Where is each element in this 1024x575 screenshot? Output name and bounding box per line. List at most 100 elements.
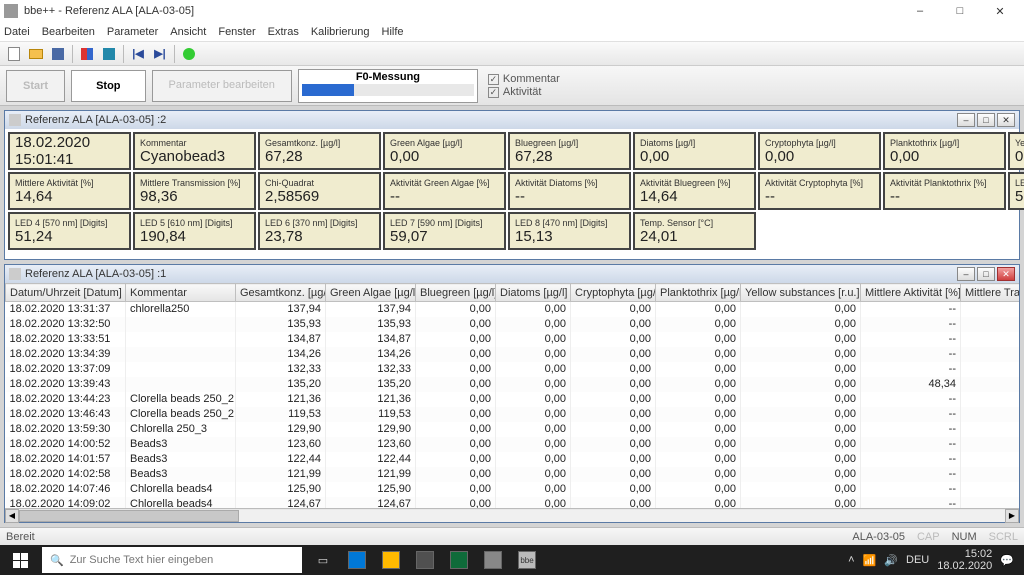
taskbar-app[interactable] bbox=[408, 545, 442, 575]
table-row[interactable]: 18.02.2020 13:34:39134,26134,260,000,000… bbox=[6, 347, 1020, 362]
child-maximize-button[interactable]: □ bbox=[977, 113, 995, 127]
detail-cell: LED 4 [570 nm] [Digits]51,24 bbox=[8, 212, 131, 250]
table-cell: -- bbox=[861, 422, 961, 437]
menu-kalibrierung[interactable]: Kalibrierung bbox=[311, 26, 370, 38]
table-row[interactable]: 18.02.2020 13:39:43135,20135,200,000,000… bbox=[6, 377, 1020, 392]
child-titlebar[interactable]: Referenz ALA [ALA-03-05] :1 – □ ✕ bbox=[5, 265, 1019, 283]
table-row[interactable]: 18.02.2020 13:32:50135,93135,930,000,000… bbox=[6, 317, 1020, 332]
table-header[interactable]: Planktothrix [µg/l] bbox=[656, 284, 741, 302]
detail-cell-value: 190,84 bbox=[140, 228, 249, 245]
toolbar-new-button[interactable] bbox=[4, 44, 24, 64]
scroll-thumb[interactable] bbox=[19, 510, 239, 522]
taskbar-search[interactable]: 🔍 Zur Suche Text hier eingeben bbox=[42, 547, 302, 573]
toolbar-last-button[interactable]: ▶| bbox=[150, 44, 170, 64]
child-maximize-button[interactable]: □ bbox=[977, 267, 995, 281]
table-header[interactable]: Gesamtkonz. [µg/l] bbox=[236, 284, 326, 302]
scroll-track[interactable] bbox=[19, 510, 1005, 522]
table-header[interactable]: Datum/Uhrzeit [Datum] bbox=[6, 284, 126, 302]
table-row[interactable]: 18.02.2020 14:01:57Beads3122,44122,440,0… bbox=[6, 452, 1020, 467]
scroll-right-button[interactable]: ▶ bbox=[1005, 509, 1019, 523]
tray-lang[interactable]: DEU bbox=[906, 554, 929, 566]
table-cell: -- bbox=[861, 482, 961, 497]
open-icon bbox=[29, 49, 43, 59]
table-header[interactable]: Green Algae [µg/l] bbox=[326, 284, 416, 302]
start-button[interactable]: Start bbox=[6, 70, 65, 102]
table-cell: 123,60 bbox=[236, 437, 326, 452]
table-header[interactable]: Mittlere Transmission [%] bbox=[961, 284, 1020, 302]
tray-volume-icon[interactable]: 🔊 bbox=[884, 554, 898, 567]
table-header[interactable]: Cryptophyta [µg/l] bbox=[571, 284, 656, 302]
stop-button[interactable]: Stop bbox=[71, 70, 145, 102]
table-row[interactable]: 18.02.2020 14:02:58Beads3121,99121,990,0… bbox=[6, 467, 1020, 482]
table-row[interactable]: 18.02.2020 13:59:30Chlorella 250_3129,90… bbox=[6, 422, 1020, 437]
table-row[interactable]: 18.02.2020 13:46:43Clorella beads 250_21… bbox=[6, 407, 1020, 422]
checkbox-kommentar[interactable]: ✓Kommentar bbox=[488, 73, 560, 85]
parameter-edit-button[interactable]: Parameter bearbeiten bbox=[152, 70, 292, 102]
taskbar-app[interactable]: bbe bbox=[510, 545, 544, 575]
toolbar-separator bbox=[174, 45, 175, 63]
child-close-button[interactable]: ✕ bbox=[997, 113, 1015, 127]
table-cell: 18.02.2020 14:02:58 bbox=[6, 467, 126, 482]
table-cell: 0,00 bbox=[656, 302, 741, 317]
toolbar-record-button[interactable] bbox=[179, 44, 199, 64]
table-header[interactable]: Kommentar bbox=[126, 284, 236, 302]
checkbox-aktivitaet[interactable]: ✓Aktivität bbox=[488, 86, 560, 98]
table-row[interactable]: 18.02.2020 14:09:02Chlorella beads4124,6… bbox=[6, 497, 1020, 509]
menu-ansicht[interactable]: Ansicht bbox=[170, 26, 206, 38]
tray-notifications-icon[interactable]: 💬 bbox=[1000, 554, 1014, 567]
child-close-button[interactable]: ✕ bbox=[997, 267, 1015, 281]
taskbar-app[interactable] bbox=[476, 545, 510, 575]
detail-cell: Chi-Quadrat2,58569 bbox=[258, 172, 381, 210]
status-doc: ALA-03-05 bbox=[852, 531, 905, 543]
menu-parameter[interactable]: Parameter bbox=[107, 26, 158, 38]
table-cell: Beads3 bbox=[126, 437, 236, 452]
toolbar-chart-button[interactable] bbox=[99, 44, 119, 64]
child-minimize-button[interactable]: – bbox=[957, 113, 975, 127]
detail-cell-label: Planktothrix [µg/l] bbox=[890, 138, 999, 148]
menu-fenster[interactable]: Fenster bbox=[218, 26, 255, 38]
table-header[interactable]: Mittlere Aktivität [%] bbox=[861, 284, 961, 302]
window-maximize-button[interactable]: □ bbox=[940, 0, 980, 22]
child-titlebar[interactable]: Referenz ALA [ALA-03-05] :2 – □ ✕ bbox=[5, 111, 1019, 129]
menu-bearbeiten[interactable]: Bearbeiten bbox=[42, 26, 95, 38]
window-close-button[interactable]: ✕ bbox=[980, 0, 1020, 22]
table-row[interactable]: 18.02.2020 13:31:37chlorella250137,94137… bbox=[6, 302, 1020, 317]
table-cell: Chlorella 250_3 bbox=[126, 422, 236, 437]
menu-hilfe[interactable]: Hilfe bbox=[382, 26, 404, 38]
tray-network-icon[interactable]: 📶 bbox=[863, 554, 877, 567]
taskbar-app[interactable] bbox=[340, 545, 374, 575]
table-cell: 0,00 bbox=[496, 497, 571, 509]
table-row[interactable]: 18.02.2020 13:37:09132,33132,330,000,000… bbox=[6, 362, 1020, 377]
table-header[interactable]: Diatoms [µg/l] bbox=[496, 284, 571, 302]
table-header[interactable]: Yellow substances [r.u.] bbox=[741, 284, 861, 302]
control-strip: Start Stop Parameter bearbeiten F0-Messu… bbox=[0, 66, 1024, 106]
taskbar-app[interactable] bbox=[442, 545, 476, 575]
table-cell: 0,00 bbox=[741, 392, 861, 407]
system-tray[interactable]: ˄ 📶 🔊 DEU 15:02 18.02.2020 💬 bbox=[840, 548, 1022, 572]
task-view-button[interactable]: ▭ bbox=[306, 545, 340, 575]
table-cell: 122,44 bbox=[236, 452, 326, 467]
table-row[interactable]: 18.02.2020 13:33:51134,87134,870,000,000… bbox=[6, 332, 1020, 347]
table-cell: 0,00 bbox=[571, 437, 656, 452]
toolbar-save-button[interactable] bbox=[48, 44, 68, 64]
start-button-taskbar[interactable] bbox=[2, 545, 38, 575]
toolbar-open-button[interactable] bbox=[26, 44, 46, 64]
table-row[interactable]: 18.02.2020 14:07:46Chlorella beads4125,9… bbox=[6, 482, 1020, 497]
table-row[interactable]: 18.02.2020 13:44:23Clorella beads 250_21… bbox=[6, 392, 1020, 407]
toolbar-first-button[interactable]: |◀ bbox=[128, 44, 148, 64]
tray-chevron-icon[interactable]: ˄ bbox=[848, 554, 854, 566]
status-scrl: SCRL bbox=[989, 531, 1018, 543]
tray-clock[interactable]: 15:02 18.02.2020 bbox=[937, 548, 992, 572]
table-cell: -- bbox=[861, 407, 961, 422]
toolbar-grid-button[interactable] bbox=[77, 44, 97, 64]
table-row[interactable]: 18.02.2020 14:00:52Beads3123,60123,600,0… bbox=[6, 437, 1020, 452]
menu-extras[interactable]: Extras bbox=[268, 26, 299, 38]
taskbar-app[interactable] bbox=[374, 545, 408, 575]
scroll-left-button[interactable]: ◀ bbox=[5, 509, 19, 523]
data-table-wrap[interactable]: Datum/Uhrzeit [Datum]KommentarGesamtkonz… bbox=[5, 283, 1019, 508]
horizontal-scrollbar[interactable]: ◀ ▶ bbox=[5, 508, 1019, 522]
child-minimize-button[interactable]: – bbox=[957, 267, 975, 281]
window-minimize-button[interactable]: – bbox=[900, 0, 940, 22]
menu-datei[interactable]: Datei bbox=[4, 26, 30, 38]
table-header[interactable]: Bluegreen [µg/l] bbox=[416, 284, 496, 302]
